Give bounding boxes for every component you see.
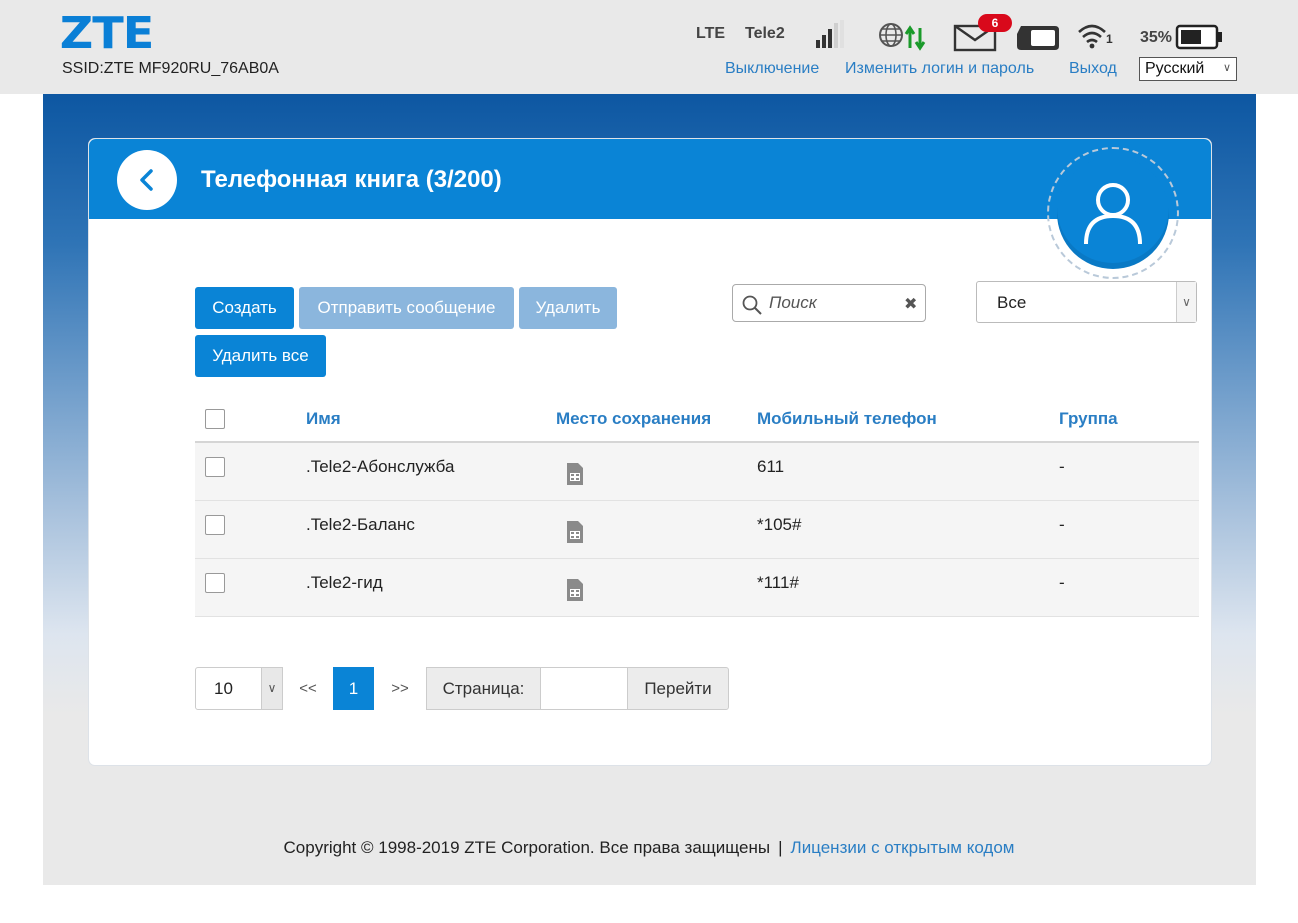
unread-messages-badge: 6	[978, 14, 1012, 32]
footer-separator: |	[778, 838, 783, 857]
column-name[interactable]: Имя	[306, 409, 341, 429]
change-login-link[interactable]: Изменить логин и пароль	[845, 60, 1034, 78]
prev-page-button[interactable]: <<	[283, 667, 333, 710]
wifi-icon	[1077, 22, 1107, 55]
contact-group: -	[1059, 457, 1065, 476]
search-icon	[742, 295, 762, 315]
wifi-clients-count: 1	[1106, 32, 1113, 46]
page-size-select[interactable]: 10 ∨	[195, 667, 283, 710]
contact-name: .Tele2-Баланс	[306, 515, 415, 534]
sim-card-icon	[567, 463, 583, 485]
contact-mobile: *111#	[757, 573, 799, 592]
select-all-checkbox[interactable]	[205, 409, 225, 429]
row-checkbox[interactable]	[205, 457, 225, 477]
internet-connected-icon	[878, 22, 932, 57]
next-page-button[interactable]: >>	[374, 667, 426, 710]
page-title: Телефонная книга (3/200)	[201, 166, 502, 193]
column-group[interactable]: Группа	[1059, 409, 1118, 429]
operator-name: Tele2	[745, 25, 785, 42]
status-bar: LTE Tele2 6 1 35%	[0, 14, 1298, 58]
page-number-input[interactable]	[541, 667, 628, 710]
contact-group: -	[1059, 515, 1065, 534]
signal-strength-icon	[814, 20, 846, 55]
sim-card-status-icon	[1015, 24, 1061, 57]
contact-name: .Tele2-Абонслужба	[306, 457, 455, 476]
user-icon	[1084, 183, 1142, 245]
chevron-down-icon: ∨	[261, 668, 282, 709]
delete-all-button[interactable]: Удалить все	[195, 335, 326, 377]
column-mobile[interactable]: Мобильный телефон	[757, 409, 937, 429]
group-filter-select[interactable]: Все ∨	[976, 281, 1197, 323]
page-1-button[interactable]: 1	[333, 667, 374, 710]
table-row[interactable]: .Tele2-гид *111# -	[195, 559, 1199, 617]
column-location[interactable]: Место сохранения	[556, 409, 711, 429]
battery-percent: 35%	[1140, 29, 1173, 46]
top-header: ZTE SSID:ZTE MF920RU_76AB0A LTE Tele2 6 …	[0, 0, 1298, 94]
open-source-license-link[interactable]: Лицензии с открытым кодом	[791, 838, 1015, 857]
table-row[interactable]: .Tele2-Баланс *105# -	[195, 501, 1199, 559]
chevron-left-icon	[140, 169, 153, 191]
contact-group: -	[1059, 573, 1065, 592]
contact-name: .Tele2-гид	[306, 573, 383, 592]
search-input[interactable]	[769, 291, 899, 315]
card-header: Телефонная книга (3/200)	[89, 139, 1211, 219]
send-message-button[interactable]: Отправить сообщение	[299, 287, 514, 329]
row-checkbox[interactable]	[205, 573, 225, 593]
copyright-text: Copyright © 1998-2019 ZTE Corporation. В…	[283, 838, 771, 857]
go-to-page-button[interactable]: Перейти	[627, 667, 729, 710]
chevron-down-icon: ∨	[1222, 62, 1231, 74]
sim-card-icon	[567, 579, 583, 601]
row-checkbox[interactable]	[205, 515, 225, 535]
delete-button[interactable]: Удалить	[519, 287, 617, 329]
ssid-label: SSID:ZTE MF920RU_76AB0A	[62, 60, 279, 77]
search-box: ✖	[732, 284, 926, 322]
clear-search-icon[interactable]: ✖	[904, 294, 917, 314]
footer: Copyright © 1998-2019 ZTE Corporation. В…	[0, 838, 1298, 858]
table-header: Имя Место сохранения Мобильный телефон Г…	[195, 395, 1199, 443]
logout-link[interactable]: Выход	[1069, 60, 1117, 78]
shutdown-link[interactable]: Выключение	[725, 60, 819, 78]
page-label: Страница:	[426, 667, 541, 710]
language-select[interactable]: Русский ∨	[1139, 57, 1237, 81]
language-value: Русский	[1145, 60, 1205, 77]
table-row[interactable]: .Tele2-Абонслужба 611 -	[195, 443, 1199, 501]
battery-icon	[1175, 24, 1225, 57]
create-button[interactable]: Создать	[195, 287, 294, 329]
contact-mobile: *105#	[757, 515, 802, 534]
chevron-down-icon: ∨	[1176, 282, 1196, 322]
group-filter-value: Все	[997, 293, 1027, 312]
sim-card-icon	[567, 521, 583, 543]
back-button[interactable]	[117, 150, 177, 210]
contact-mobile: 611	[757, 457, 785, 476]
contacts-avatar	[1057, 157, 1169, 269]
page-size-value: 10	[214, 679, 233, 698]
network-type: LTE	[696, 25, 726, 42]
